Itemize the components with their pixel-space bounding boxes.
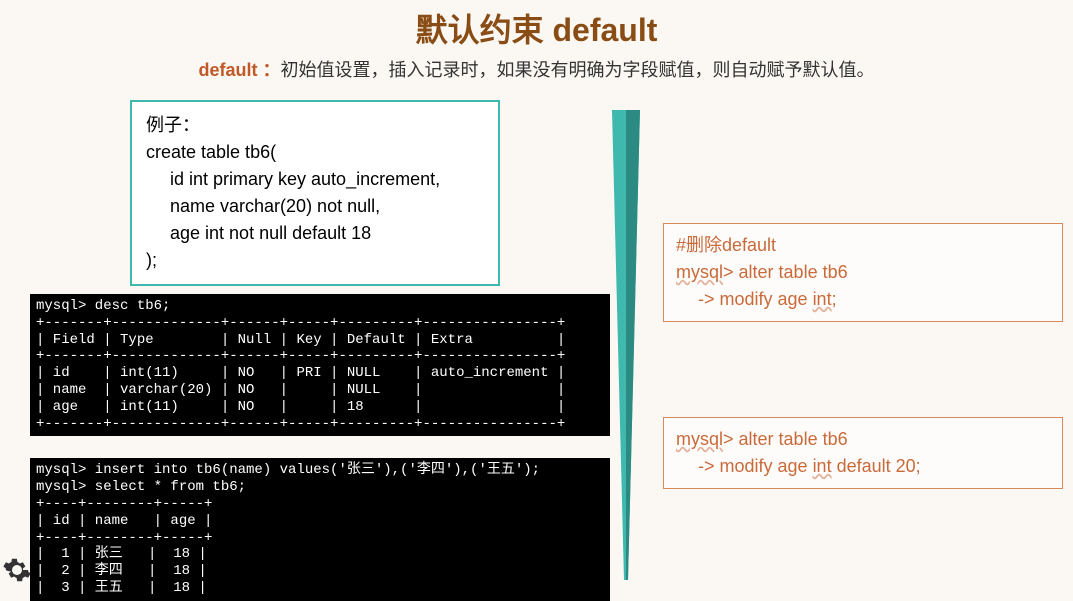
note-text: > alter table tb6 [723,262,848,282]
vertical-divider-icon [608,110,644,580]
left-column: 例子： create table tb6( id int primary key… [30,100,610,601]
example-line: id int primary key auto_increment, [146,166,484,193]
note-text: -> modify age [698,289,813,309]
note-text: default 20; [832,456,921,476]
terminal-select-output: mysql> insert into tb6(name) values('张三'… [30,458,610,600]
page-subtitle: default ：初始值设置，插入记录时，如果没有明确为字段赋值，则自动赋予默认… [0,56,1073,82]
note-drop-default: #删除default mysql> alter table tb6 -> mod… [663,223,1063,322]
subtitle-keyword: default ： [198,60,280,80]
right-column: #删除default mysql> alter table tb6 -> mod… [663,223,1063,584]
example-line: ); [146,247,484,274]
example-line: name varchar(20) not null, [146,193,484,220]
example-code-box: 例子： create table tb6( id int primary key… [130,100,500,286]
note-text: -> modify age [698,456,813,476]
page-title: 默认约束 default [0,5,1073,51]
example-line: create table tb6( [146,139,484,166]
subtitle-text: 初始值设置，插入记录时，如果没有明确为字段赋值，则自动赋予默认值。 [281,60,875,80]
note-kw: int [813,456,832,476]
example-line: age int not null default 18 [146,220,484,247]
terminal-desc-output: mysql> desc tb6; +-------+-------------+… [30,294,610,436]
note-kw: mysql [676,262,723,282]
note-line: #删除default [676,232,1050,259]
gear-icon [2,555,32,585]
note-line: mysql> alter table tb6 [676,259,1050,286]
note-line: -> modify age int default 20; [676,453,1050,480]
note-line: -> modify age int; [676,286,1050,313]
note-line: mysql> alter table tb6 [676,426,1050,453]
note-modify-default: mysql> alter table tb6 -> modify age int… [663,417,1063,489]
note-kw: int [813,289,832,309]
example-line: 例子： [146,112,484,139]
note-text: ; [832,289,837,309]
note-kw: mysql [676,429,723,449]
note-text: > alter table tb6 [723,429,848,449]
